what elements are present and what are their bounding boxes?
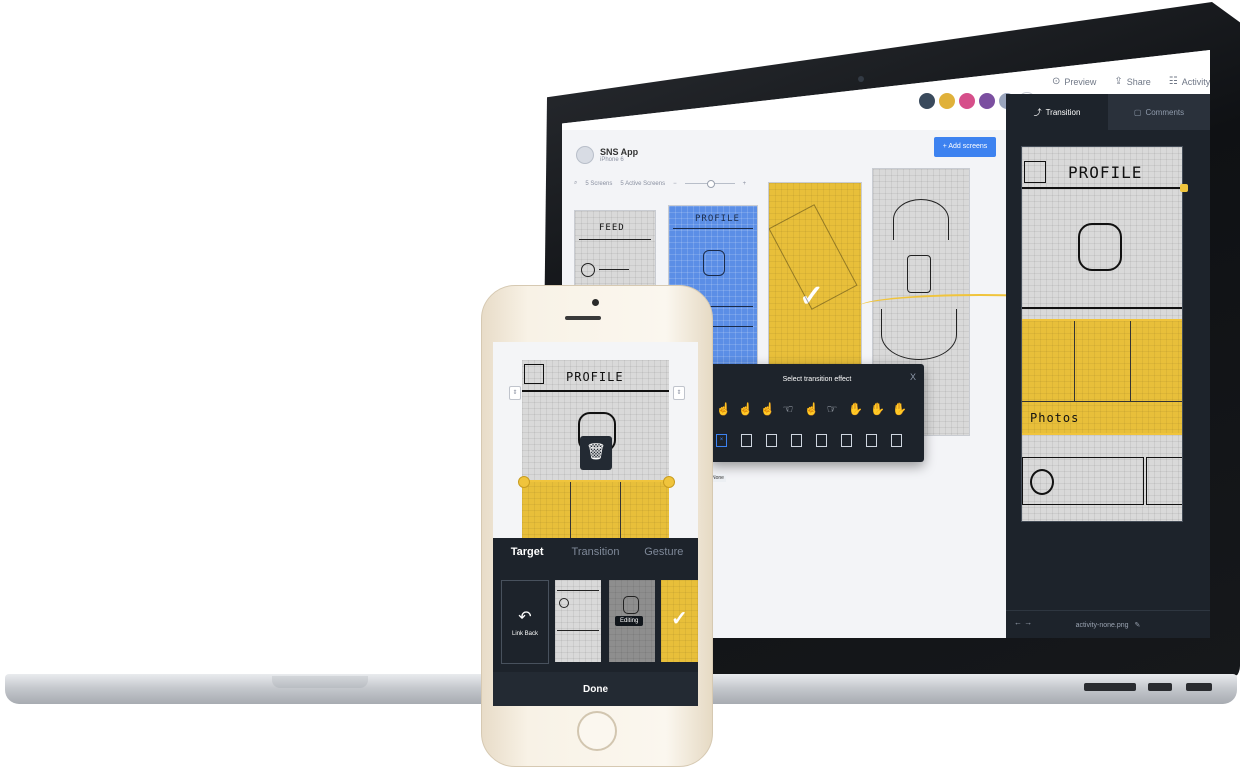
fade-icon[interactable] — [891, 434, 902, 447]
activity-label: Activity — [1181, 76, 1210, 87]
tab-target[interactable]: Target — [493, 538, 561, 566]
avatar[interactable] — [938, 92, 956, 110]
checkmark-icon: ✓ — [671, 608, 688, 630]
hotspot-handle-left[interactable] — [518, 476, 530, 488]
rotate-icon[interactable]: ✋ — [892, 402, 907, 416]
usb-port — [1148, 683, 1172, 691]
none-transition-icon[interactable]: × — [716, 434, 727, 447]
avatar[interactable] — [918, 92, 936, 110]
panel-footer: activity-none.png ✎ — [1006, 610, 1210, 638]
preview-label: Preview — [1064, 76, 1097, 87]
phone-profile-title: PROFILE — [566, 370, 624, 384]
project-name: SNS App — [600, 147, 639, 157]
screens-toolbar: ⌕ 5 Screens 5 Active Screens − + — [574, 180, 747, 188]
side-handle-right[interactable]: ⇕ — [673, 386, 685, 400]
trash-icon[interactable]: 🗑 — [580, 436, 612, 470]
close-icon[interactable]: X — [910, 372, 916, 382]
hdmi-port — [1186, 683, 1212, 691]
long-press-icon[interactable]: ☝ — [760, 402, 775, 416]
side-handle-left[interactable]: ⇕ — [509, 386, 521, 400]
swipe-left-icon[interactable]: ☜ — [782, 402, 794, 416]
earpiece-speaker — [565, 316, 601, 320]
swipe-up-icon[interactable]: ☝ — [804, 402, 819, 416]
link-back-label: Link Back — [511, 631, 538, 637]
phone-tabs: Target Transition Gesture — [493, 538, 698, 566]
transition-icon: ⤴ — [1033, 107, 1042, 117]
profile-title: PROFILE — [695, 214, 740, 224]
avatar[interactable] — [978, 92, 996, 110]
activity-button[interactable]: ☷ Activity — [1169, 76, 1210, 87]
undo-arrow-icon: ↶ — [518, 609, 532, 626]
flip-icon[interactable] — [866, 434, 877, 447]
project-device: iPhone 6 — [600, 157, 624, 163]
tab-comments[interactable]: ▢ Comments — [1108, 94, 1210, 130]
hotspot-line — [523, 480, 669, 482]
hotspot-handle-right[interactable] — [663, 476, 675, 488]
right-panel: ⤴ Transition ▢ Comments PROFILE Photos ← →… — [1006, 94, 1210, 638]
project-logo — [576, 146, 594, 164]
tap-gesture-icon[interactable]: ☝ — [716, 402, 731, 416]
zoom-out-icon[interactable]: − — [673, 181, 677, 187]
comment-icon: ▢ — [1133, 107, 1142, 117]
home-button[interactable] — [577, 711, 617, 751]
double-tap-icon[interactable]: ☝ — [738, 402, 753, 416]
file-name: activity-none.png — [1075, 621, 1129, 629]
target-screens-list: ↶ Link Back Editing ✓ — [493, 566, 698, 672]
project-header: SNS App iPhone 6 — [576, 146, 638, 164]
edit-pencil-icon[interactable]: ✎ — [1135, 621, 1141, 629]
front-camera — [592, 299, 599, 306]
spread-icon[interactable]: ✋ — [870, 402, 885, 416]
avatar[interactable] — [958, 92, 976, 110]
hotspot-marker[interactable] — [1180, 184, 1188, 192]
link-back-button[interactable]: ↶ Link Back — [501, 580, 549, 664]
preview-icon: ⊙ — [1052, 76, 1061, 87]
tab-transition-label: Transition — [1045, 107, 1081, 117]
preview-profile-title: PROFILE — [1068, 163, 1143, 182]
menu-icon — [1024, 161, 1046, 183]
zoom-in-icon[interactable]: + — [743, 181, 747, 187]
laptop-camera — [858, 76, 864, 82]
search-icon[interactable]: ⌕ — [574, 180, 577, 187]
slide-right-icon[interactable] — [766, 434, 777, 447]
transition-effects-panel: Select transition effect X ☝ ☝ ☝ ☜ ☝ ☞ ✋… — [710, 364, 924, 462]
slide-down-icon[interactable] — [816, 434, 827, 447]
photos-label: Photos — [1030, 411, 1080, 425]
zoom-slider[interactable] — [684, 180, 735, 188]
transition-preview: PROFILE Photos — [1021, 146, 1183, 522]
share-label: Share — [1126, 76, 1151, 87]
target-thumb-photos[interactable]: ✓ — [661, 580, 698, 662]
sd-slot — [1084, 683, 1136, 691]
target-thumb-feed[interactable] — [555, 580, 601, 662]
push-icon[interactable] — [841, 434, 852, 447]
share-icon: ⇪ — [1114, 76, 1123, 87]
panel-tabs: ⤴ Transition ▢ Comments — [1006, 94, 1210, 130]
transition-row: × — [716, 434, 902, 447]
laptop-notch — [272, 676, 368, 688]
gesture-row: ☝ ☝ ☝ ☜ ☝ ☞ ✋ ✋ ✋ — [716, 402, 907, 416]
preview-button[interactable]: ⊙ Preview — [1052, 76, 1096, 87]
activity-icon: ☷ — [1168, 76, 1178, 87]
slide-up-icon[interactable] — [791, 434, 802, 447]
active-screens: 5 Active Screens — [620, 180, 666, 187]
add-screens-button[interactable]: + Add screens — [934, 137, 996, 157]
menu-icon — [524, 364, 544, 384]
tab-transition-phone[interactable]: Transition — [561, 538, 629, 566]
phone-screen: ⇕ ⇕ PROFILE 🗑 Target Transition Gesture … — [493, 342, 698, 706]
done-button[interactable]: Done — [493, 672, 698, 706]
editing-badge: Editing — [615, 616, 644, 626]
effects-title: Select transition effect — [782, 376, 852, 383]
tab-comments-label: Comments — [1145, 107, 1185, 117]
screens-count: 5 Screens — [585, 180, 613, 187]
pinch-icon[interactable]: ✋ — [848, 402, 863, 416]
tab-gesture[interactable]: Gesture — [630, 538, 698, 566]
top-actions: ⊙ Preview ⇪ Share ☷ Activity — [1052, 76, 1210, 87]
share-button[interactable]: ⇪ Share — [1114, 76, 1150, 87]
feed-title: FEED — [599, 223, 625, 233]
avatar-icon — [1078, 223, 1122, 271]
slide-left-icon[interactable] — [741, 434, 752, 447]
swipe-right-icon[interactable]: ☞ — [826, 402, 838, 416]
tab-transition[interactable]: ⤴ Transition — [1006, 94, 1108, 130]
